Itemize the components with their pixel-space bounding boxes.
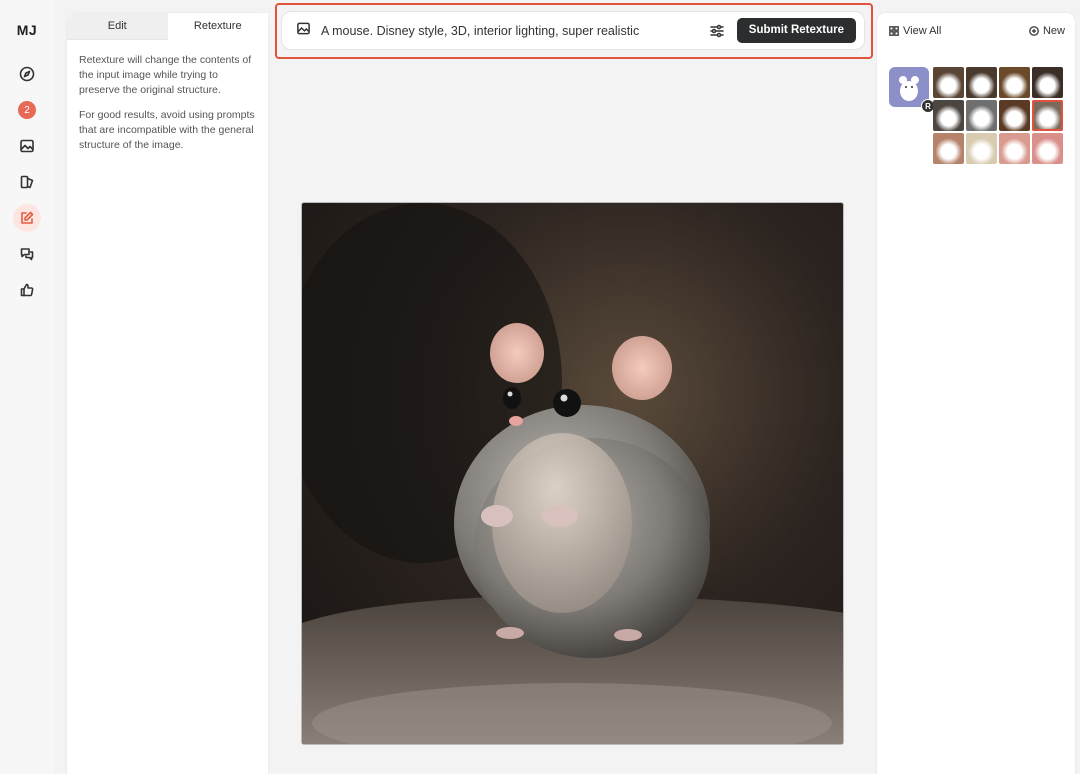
edit-button[interactable] (13, 204, 41, 232)
view-all-label: View All (903, 25, 942, 37)
result-thumbnail[interactable] (1032, 100, 1063, 131)
result-thumbnail-grid (933, 67, 1063, 164)
new-label: New (1042, 25, 1065, 37)
compass-icon (19, 66, 35, 82)
edit-panel: Edit Retexture Retexture will change the… (66, 12, 269, 774)
result-thumbnail[interactable] (966, 67, 997, 98)
history-header: View All New (877, 13, 1075, 37)
result-thumbnail[interactable] (933, 100, 964, 131)
submit-retexture-button[interactable]: Submit Retexture (736, 18, 856, 43)
notifications-button[interactable]: 2 (13, 96, 41, 124)
history-panel: View All New R (876, 12, 1076, 774)
library-icon (20, 175, 34, 189)
result-thumbnail[interactable] (966, 133, 997, 164)
notification-badge: 2 (18, 101, 36, 119)
plus-circle-icon (1029, 26, 1039, 36)
image-icon (20, 139, 34, 153)
thumbs-up-icon (20, 283, 34, 297)
result-thumbnail[interactable] (966, 100, 997, 131)
image-prompt-icon[interactable] (296, 21, 311, 41)
result-thumbnail[interactable] (1032, 67, 1063, 98)
chat-button[interactable] (13, 240, 41, 268)
organize-button[interactable] (13, 168, 41, 196)
left-rail: MJ 2 (0, 0, 54, 774)
tips-paragraph: For good results, avoid using prompts th… (79, 109, 255, 151)
view-all-link[interactable]: View All (889, 25, 941, 37)
result-thumbnail[interactable] (933, 133, 964, 164)
result-thumbnail[interactable] (999, 133, 1030, 164)
new-link[interactable]: New (1029, 25, 1065, 37)
grid-icon (889, 26, 899, 36)
result-thumbnail[interactable] (1032, 133, 1063, 164)
mouse-illustration (302, 203, 843, 744)
edit-icon (21, 211, 34, 224)
settings-sliders-icon[interactable] (707, 21, 727, 41)
panel-tabs: Edit Retexture (67, 13, 268, 40)
rate-button[interactable] (13, 276, 41, 304)
retexture-description: Retexture will change the contents of th… (67, 40, 268, 176)
result-thumbnail[interactable] (999, 67, 1030, 98)
source-image-thumbnail[interactable]: R (889, 67, 935, 113)
prompt-input[interactable]: A mouse. Disney style, 3D, interior ligh… (321, 24, 707, 38)
prompt-bar: A mouse. Disney style, 3D, interior ligh… (281, 11, 865, 50)
logo[interactable]: MJ (17, 22, 37, 38)
result-image[interactable] (301, 202, 844, 745)
tab-edit[interactable]: Edit (67, 13, 168, 40)
result-thumbnail[interactable] (933, 67, 964, 98)
explore-button[interactable] (13, 60, 41, 88)
result-thumbnail[interactable] (999, 100, 1030, 131)
description-paragraph: Retexture will change the contents of th… (79, 54, 252, 96)
chat-icon (20, 248, 34, 261)
create-button[interactable] (13, 132, 41, 160)
tab-retexture[interactable]: Retexture (167, 13, 268, 40)
